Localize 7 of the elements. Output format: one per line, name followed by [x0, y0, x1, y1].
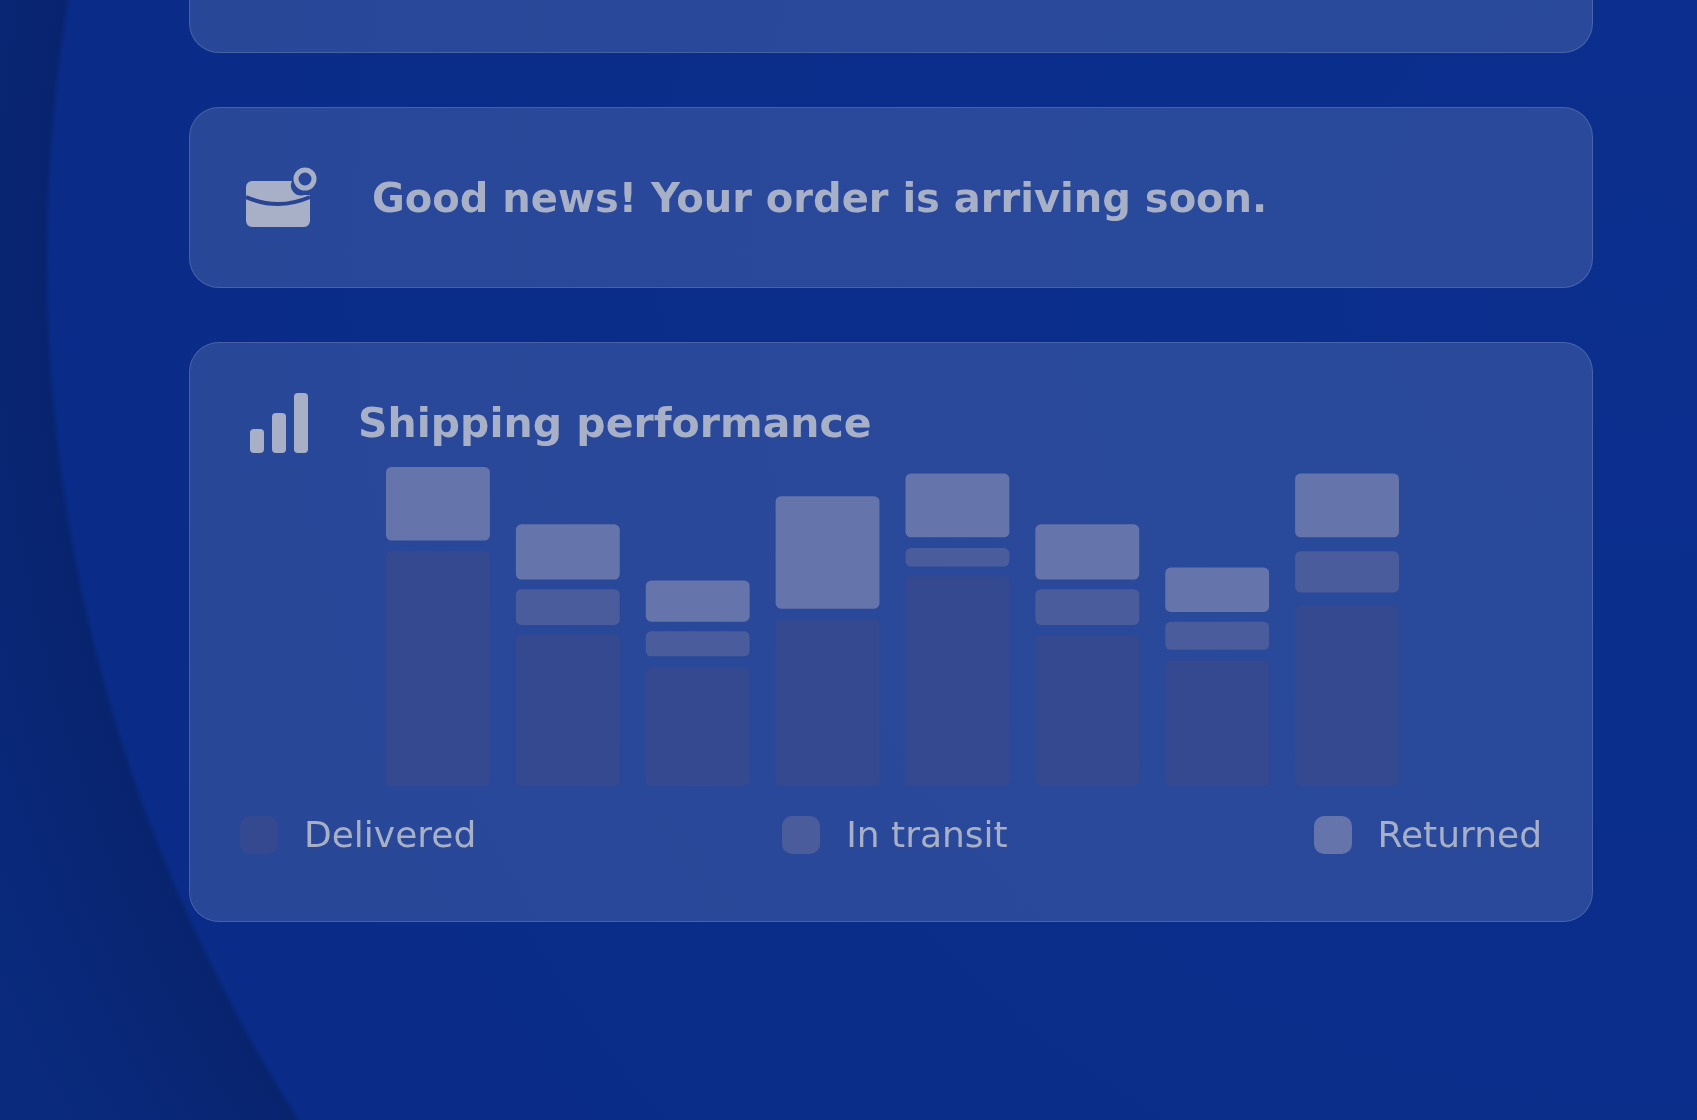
envelope-icon	[246, 166, 318, 229]
card-title: Shipping performance	[358, 399, 872, 447]
bar-chart-icon	[250, 393, 310, 453]
legend-label: Delivered	[304, 814, 477, 855]
legend-label: Returned	[1377, 814, 1542, 855]
notice-message: Good news! Your order is arriving soon.	[372, 174, 1268, 221]
legend-label: In transit	[846, 814, 1008, 855]
